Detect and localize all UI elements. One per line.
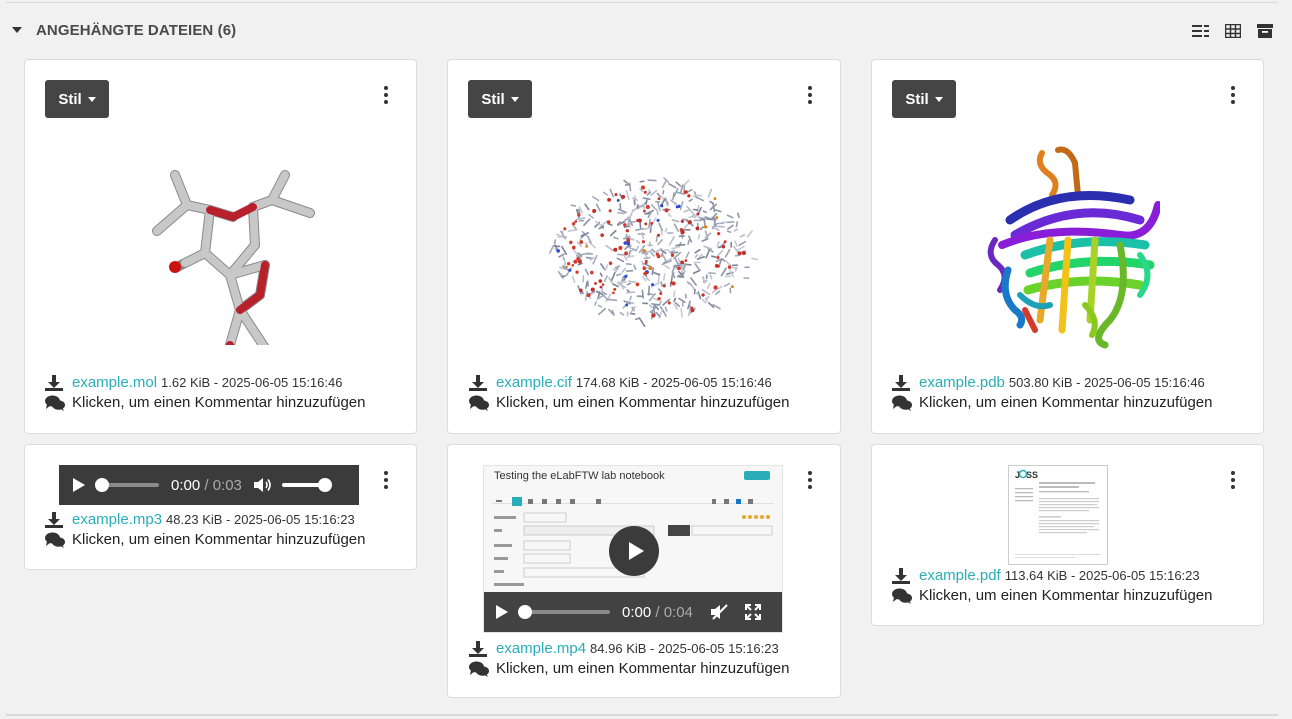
comment-prompt: Klicken, um einen Kommentar hinzuzufügen	[72, 394, 366, 411]
add-comment[interactable]: Klicken, um einen Kommentar hinzuzufügen	[469, 394, 790, 411]
protein-ribbon-3d-viewer[interactable]	[980, 145, 1160, 350]
file-meta: 113.64 KiB - 2025-06-05 15:16:23	[1004, 568, 1200, 583]
add-comment[interactable]: Klicken, um einen Kommentar hinzuzufügen	[45, 531, 366, 548]
more-options-icon[interactable]	[381, 86, 391, 104]
file-meta: 84.96 KiB - 2025-06-05 15:16:23	[590, 641, 779, 656]
file-link[interactable]: example.pdf	[919, 567, 1001, 584]
file-link[interactable]: example.cif	[496, 374, 572, 391]
volume-icon[interactable]	[253, 477, 272, 493]
fullscreen-icon[interactable]	[744, 604, 761, 620]
caret-down-icon	[510, 96, 519, 102]
video-time: 0:00 / 0:04	[622, 603, 693, 621]
comment-prompt: Klicken, um einen Kommentar hinzuzufügen	[496, 660, 790, 677]
add-comment[interactable]: Klicken, um einen Kommentar hinzuzufügen	[892, 394, 1213, 411]
play-icon[interactable]	[73, 478, 85, 492]
file-meta: 503.80 KiB - 2025-06-05 15:16:46	[1008, 375, 1205, 390]
comments-icon	[45, 395, 65, 411]
attachment-card-mp3: 0:00 / 0:03 example.mp3 48.23 KiB - 2025…	[24, 444, 417, 570]
download-icon[interactable]	[892, 567, 910, 584]
file-info: example.mp4 84.96 KiB - 2025-06-05 15:16…	[469, 640, 779, 657]
video-controls: 0:00 / 0:04	[484, 592, 782, 632]
attachment-card-cif: Stil example.cif 174.68 KiB - 2025-06-05…	[447, 59, 841, 434]
volume-slider[interactable]	[281, 478, 332, 492]
crystal-structure-3d-viewer[interactable]	[548, 170, 758, 330]
video-big-play-button[interactable]	[609, 526, 659, 576]
mute-icon[interactable]	[710, 604, 729, 620]
grid-view-icon[interactable]	[1222, 22, 1244, 40]
bottom-divider	[6, 714, 1278, 716]
attachment-card-mp4: Testing the eLabFTW lab notebook 0:00 / …	[447, 444, 841, 698]
file-info: example.mol 1.62 KiB - 2025-06-05 15:16:…	[45, 374, 342, 391]
comments-icon	[45, 532, 65, 548]
more-options-icon[interactable]	[1228, 86, 1238, 104]
comment-prompt: Klicken, um einen Kommentar hinzuzufügen	[919, 394, 1213, 411]
download-icon[interactable]	[892, 374, 910, 391]
file-link[interactable]: example.mp3	[72, 511, 162, 528]
video-frame-toolbar	[492, 494, 774, 506]
download-icon[interactable]	[45, 374, 63, 391]
more-options-icon[interactable]	[805, 471, 815, 489]
download-icon[interactable]	[45, 511, 63, 528]
style-dropdown-button[interactable]: Stil	[45, 80, 109, 118]
file-link[interactable]: example.pdb	[919, 374, 1005, 391]
caret-down-icon	[934, 96, 943, 102]
add-comment[interactable]: Klicken, um einen Kommentar hinzuzufügen	[892, 587, 1213, 604]
audio-time: 0:00 / 0:03	[171, 476, 242, 494]
audio-progress-knob[interactable]	[95, 478, 109, 492]
view-toolbar	[1190, 22, 1276, 40]
video-frame-title: Testing the eLabFTW lab notebook	[494, 470, 665, 482]
caret-down-icon	[87, 96, 96, 102]
comments-icon	[469, 395, 489, 411]
file-info: example.pdb 503.80 KiB - 2025-06-05 15:1…	[892, 374, 1205, 391]
download-icon[interactable]	[469, 640, 487, 657]
file-info: example.mp3 48.23 KiB - 2025-06-05 15:16…	[45, 511, 355, 528]
add-comment[interactable]: Klicken, um einen Kommentar hinzuzufügen	[45, 394, 366, 411]
video-progress-bar[interactable]	[518, 605, 610, 619]
svg-text:SS: SS	[1026, 470, 1038, 480]
file-meta: 1.62 KiB - 2025-06-05 15:16:46	[161, 375, 343, 390]
comment-prompt: Klicken, um einen Kommentar hinzuzufügen	[496, 394, 790, 411]
section-title: ANGEHÄNGTE DATEIEN (6)	[36, 21, 237, 39]
download-icon[interactable]	[469, 374, 487, 391]
comments-icon	[469, 661, 489, 677]
file-info: example.cif 174.68 KiB - 2025-06-05 15:1…	[469, 374, 772, 391]
attachments-section-toggle[interactable]: ANGEHÄNGTE DATEIEN (6)	[12, 20, 236, 40]
more-options-icon[interactable]	[1228, 471, 1238, 489]
pdf-thumbnail[interactable]: J SS	[1008, 465, 1108, 565]
top-divider	[6, 2, 1278, 3]
audio-player: 0:00 / 0:03	[59, 465, 359, 505]
more-options-icon[interactable]	[381, 471, 391, 489]
caret-down-icon	[12, 27, 22, 33]
add-comment[interactable]: Klicken, um einen Kommentar hinzuzufügen	[469, 660, 790, 677]
attachment-card-pdb: Stil example.pdb 503.80 KiB - 2025-06-05…	[871, 59, 1264, 434]
video-progress-knob[interactable]	[518, 605, 532, 619]
molecule-3d-viewer[interactable]	[145, 165, 315, 345]
play-icon	[628, 542, 644, 560]
comments-icon	[892, 588, 912, 604]
volume-knob[interactable]	[317, 478, 332, 492]
play-icon[interactable]	[496, 605, 508, 619]
comment-prompt: Klicken, um einen Kommentar hinzuzufügen	[72, 531, 366, 548]
style-dropdown-button[interactable]: Stil	[892, 80, 956, 118]
attachment-card-mol: Stil example.mol 1.62 KiB - 2025-06-05 1…	[24, 59, 417, 434]
list-view-icon[interactable]	[1190, 22, 1212, 40]
file-info: example.pdf 113.64 KiB - 2025-06-05 15:1…	[892, 567, 1200, 584]
comment-prompt: Klicken, um einen Kommentar hinzuzufügen	[919, 587, 1213, 604]
audio-progress-bar[interactable]	[95, 478, 159, 492]
comments-icon	[892, 395, 912, 411]
style-dropdown-button[interactable]: Stil	[468, 80, 532, 118]
file-link[interactable]: example.mol	[72, 374, 157, 391]
more-options-icon[interactable]	[805, 86, 815, 104]
video-frame-badge	[744, 471, 770, 480]
file-link[interactable]: example.mp4	[496, 640, 586, 657]
video-player[interactable]: Testing the eLabFTW lab notebook 0:00 / …	[483, 465, 783, 633]
file-meta: 174.68 KiB - 2025-06-05 15:16:46	[575, 375, 772, 390]
file-meta: 48.23 KiB - 2025-06-05 15:16:23	[166, 512, 355, 527]
archive-icon[interactable]	[1254, 22, 1276, 40]
attachment-card-pdf: J SS example.pdf 113.64 KiB - 2025-06-05 …	[871, 444, 1264, 626]
